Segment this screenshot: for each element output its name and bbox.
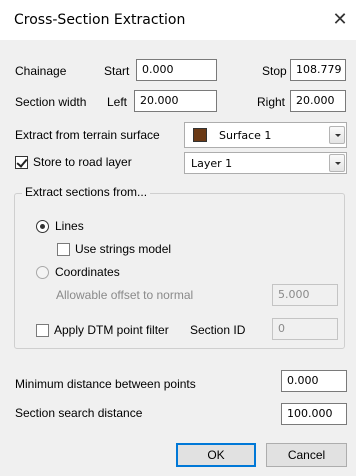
min-distance-label: Minimum distance between points bbox=[15, 377, 196, 391]
offset-label: Allowable offset to normal bbox=[56, 288, 194, 302]
cancel-button[interactable]: Cancel bbox=[266, 443, 347, 467]
surface-color-swatch bbox=[193, 128, 207, 142]
coordinates-radio[interactable] bbox=[36, 266, 49, 279]
search-distance-input[interactable]: 100.000 bbox=[281, 403, 347, 425]
road-layer-value: Layer 1 bbox=[191, 157, 233, 170]
section-width-label: Section width bbox=[15, 95, 87, 109]
chevron-down-icon[interactable] bbox=[329, 126, 345, 144]
stop-label: Stop bbox=[262, 64, 287, 78]
right-label: Right bbox=[257, 95, 286, 109]
dtm-filter-label: Apply DTM point filter bbox=[54, 323, 169, 337]
left-width-input[interactable]: 20.000 bbox=[134, 90, 217, 112]
coordinates-label: Coordinates bbox=[55, 265, 120, 279]
terrain-surface-label: Extract from terrain surface bbox=[15, 128, 160, 142]
use-strings-label: Use strings model bbox=[75, 242, 172, 256]
search-distance-label: Section search distance bbox=[15, 406, 143, 420]
road-layer-dropdown[interactable]: Layer 1 bbox=[184, 152, 347, 174]
terrain-surface-value: Surface 1 bbox=[219, 129, 272, 142]
start-chainage-input[interactable]: 0.000 bbox=[136, 59, 217, 81]
stop-chainage-input[interactable]: 108.779 bbox=[290, 59, 346, 81]
ok-button[interactable]: OK bbox=[176, 443, 256, 467]
terrain-surface-dropdown[interactable]: Surface 1 bbox=[184, 122, 347, 148]
start-label: Start bbox=[104, 64, 130, 78]
min-distance-input[interactable]: 0.000 bbox=[281, 370, 347, 392]
chevron-down-icon[interactable] bbox=[329, 154, 345, 172]
section-id-label: Section ID bbox=[190, 323, 246, 337]
offset-input[interactable]: 5.000 bbox=[272, 284, 338, 306]
lines-label: Lines bbox=[55, 219, 84, 233]
lines-radio[interactable] bbox=[36, 220, 49, 233]
extract-sections-title: Extract sections from... bbox=[22, 185, 151, 199]
close-icon[interactable]: ✕ bbox=[330, 8, 350, 30]
right-width-input[interactable]: 20.000 bbox=[290, 90, 346, 112]
chainage-label: Chainage bbox=[15, 64, 67, 78]
window-title: Cross-Section Extraction bbox=[14, 12, 186, 28]
section-id-input[interactable]: 0 bbox=[272, 318, 338, 340]
store-road-layer-checkbox[interactable] bbox=[15, 156, 28, 169]
left-label: Left bbox=[107, 95, 128, 109]
store-road-layer-label: Store to road layer bbox=[33, 155, 132, 169]
use-strings-checkbox[interactable] bbox=[57, 243, 70, 256]
dtm-filter-checkbox[interactable] bbox=[36, 324, 49, 337]
